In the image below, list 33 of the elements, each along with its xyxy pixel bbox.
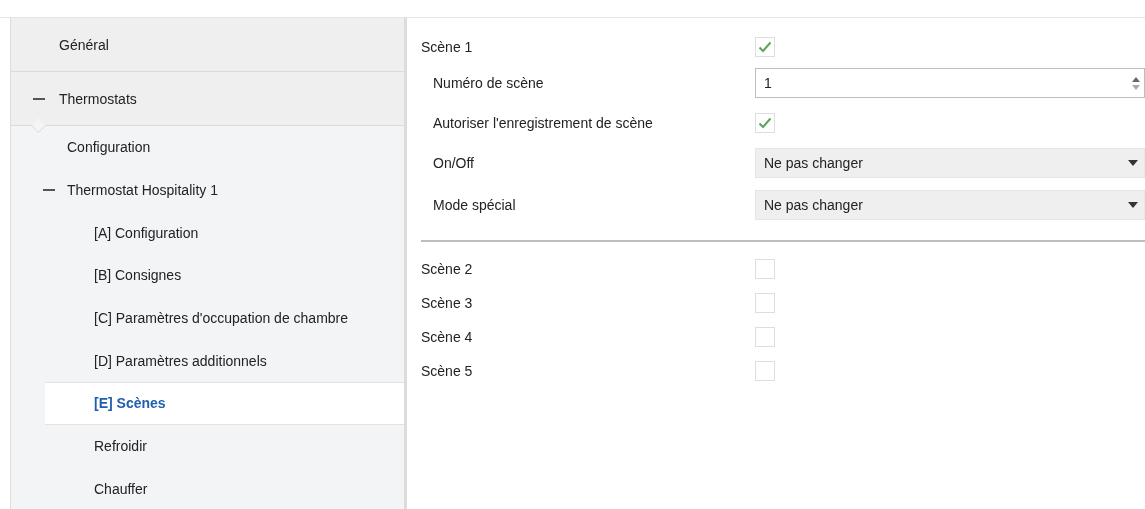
sidebar-item[interactable]: Général (11, 18, 404, 72)
spin-up-icon[interactable] (1132, 76, 1140, 82)
checkbox[interactable] (755, 113, 775, 133)
checkbox[interactable] (755, 37, 775, 57)
scene-label: Scène 5 (421, 363, 474, 379)
scene-label: Scène 1 (421, 39, 474, 55)
checkbox[interactable] (755, 259, 775, 279)
dropdown[interactable]: Ne pas changer (755, 190, 1145, 220)
checkbox[interactable] (755, 293, 775, 313)
checkmark-icon (758, 117, 772, 129)
sidebar-item[interactable]: [D] Paramètres additionnels (11, 339, 404, 383)
parameter-label: Mode spécial (433, 197, 517, 213)
scene-label: Scène 4 (421, 329, 474, 345)
checkmark-icon (758, 41, 772, 53)
sidebar-item[interactable]: Chauffer (11, 467, 404, 509)
sidebar-item[interactable]: Refroidir (11, 424, 404, 468)
sidebar-item[interactable]: Thermostat Hospitality 1 (11, 168, 404, 212)
caret-icon (1128, 202, 1138, 208)
sidebar-item[interactable]: Configuration (11, 126, 404, 169)
parameter-label: Numéro de scène (433, 75, 545, 91)
parameter-label: On/Off (433, 155, 475, 171)
checkbox[interactable] (755, 361, 775, 381)
dropdown[interactable]: Ne pas changer (755, 148, 1145, 178)
sidebar-item[interactable]: [E] Scènes (45, 382, 404, 425)
sidebar-item[interactable]: [A] Configuration (11, 211, 404, 255)
sidebar-item[interactable]: [C] Paramètres d'occupation de chambre (11, 296, 404, 340)
parameter-label: Autoriser l'enregistrement de scène (433, 115, 654, 131)
caret-icon (1128, 160, 1138, 166)
scene-label: Scène 2 (421, 261, 474, 277)
scene-label: Scène 3 (421, 295, 474, 311)
checkbox[interactable] (755, 327, 775, 347)
number-field[interactable]: 1 (755, 68, 1145, 98)
sidebar-item[interactable]: [B] Consignes (11, 254, 404, 297)
